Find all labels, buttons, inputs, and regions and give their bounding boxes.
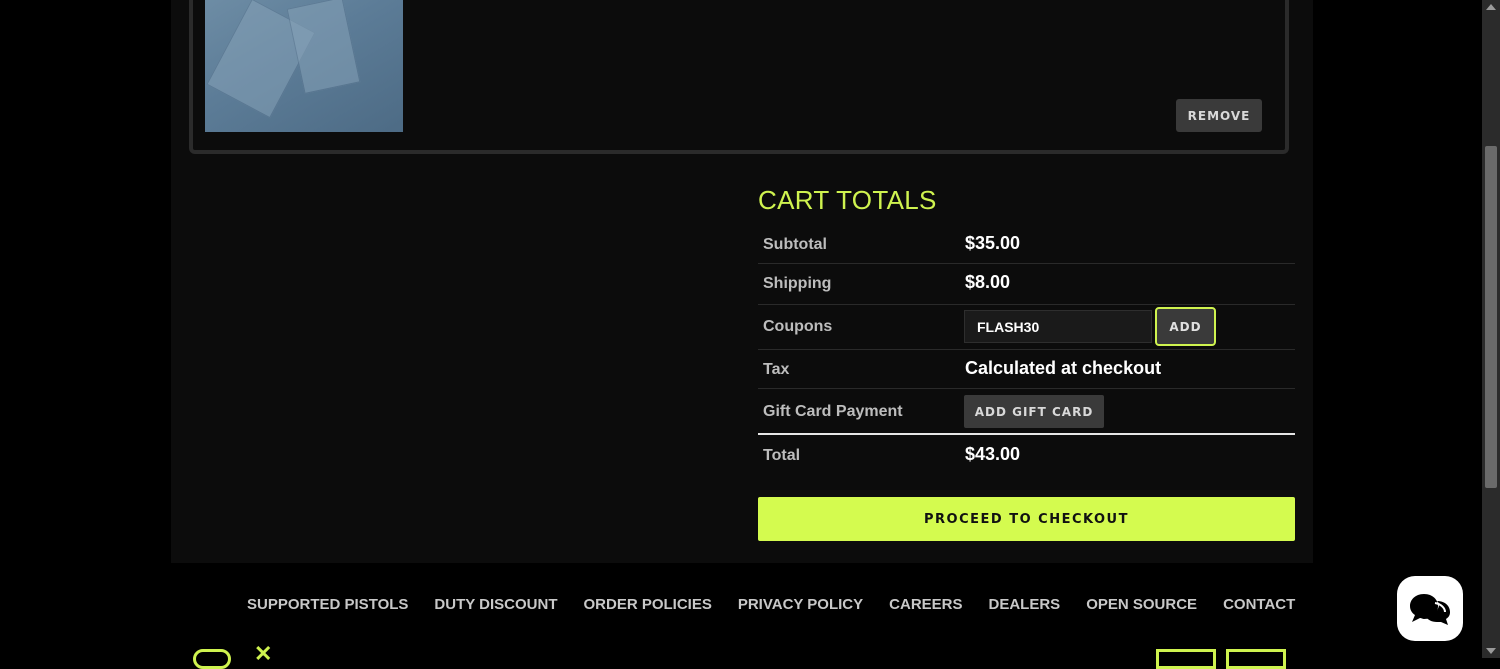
cart-totals-title: CART TOTALS [758,185,937,215]
footer-link-supported-pistols[interactable]: SUPPORTED PISTOLS [247,596,408,613]
scroll-down-arrow-icon[interactable] [1486,648,1496,654]
footer-link-contact[interactable]: CONTACT [1223,596,1295,613]
product-image[interactable] [205,0,403,132]
footer-link-dealers[interactable]: DEALERS [989,596,1061,613]
tax-row: Tax Calculated at checkout [758,350,1295,389]
footer: SUPPORTED PISTOLS DUTY DISCOUNT ORDER PO… [171,563,1313,669]
tax-value: Calculated at checkout [965,358,1162,378]
tax-label: Tax [763,361,790,378]
footer-link-privacy-policy[interactable]: PRIVACY POLICY [738,596,863,613]
add-coupon-button[interactable]: ADD [1155,307,1216,346]
footer-link-order-policies[interactable]: ORDER POLICIES [583,596,711,613]
remove-button[interactable]: REMOVE [1176,99,1262,132]
card-icon [1156,649,1216,669]
add-gift-card-button[interactable]: ADD GIFT CARD [964,395,1104,428]
gift-card-label: Gift Card Payment [763,403,903,420]
chat-icon [1410,593,1450,625]
instagram-icon[interactable] [193,649,231,669]
proceed-to-checkout-button[interactable]: PROCEED TO CHECKOUT [758,497,1295,541]
total-value: $43.00 [965,444,1021,464]
cart-item: REMOVE [189,0,1289,154]
chat-button[interactable] [1397,576,1463,641]
card-icon [1226,649,1286,669]
subtotal-row: Subtotal $35.00 [758,227,1295,264]
scroll-up-arrow-icon[interactable] [1486,4,1496,10]
coupon-input[interactable] [964,310,1152,343]
subtotal-label: Subtotal [763,236,827,253]
footer-nav: SUPPORTED PISTOLS DUTY DISCOUNT ORDER PO… [247,596,1295,613]
x-icon[interactable]: ✕ [254,643,292,669]
scrollbar[interactable] [1482,0,1500,658]
total-row: Total $43.00 [758,433,1295,475]
footer-link-open-source[interactable]: OPEN SOURCE [1086,596,1197,613]
shipping-row: Shipping $8.00 [758,264,1295,305]
total-label: Total [763,447,801,464]
scrollbar-thumb[interactable] [1485,146,1497,488]
shipping-value: $8.00 [965,272,1011,292]
coupons-label: Coupons [763,318,833,335]
shipping-label: Shipping [763,275,832,292]
subtotal-value: $35.00 [965,233,1021,253]
product-image-detail [286,0,361,94]
footer-link-careers[interactable]: CAREERS [889,596,962,613]
footer-link-duty-discount[interactable]: DUTY DISCOUNT [434,596,557,613]
